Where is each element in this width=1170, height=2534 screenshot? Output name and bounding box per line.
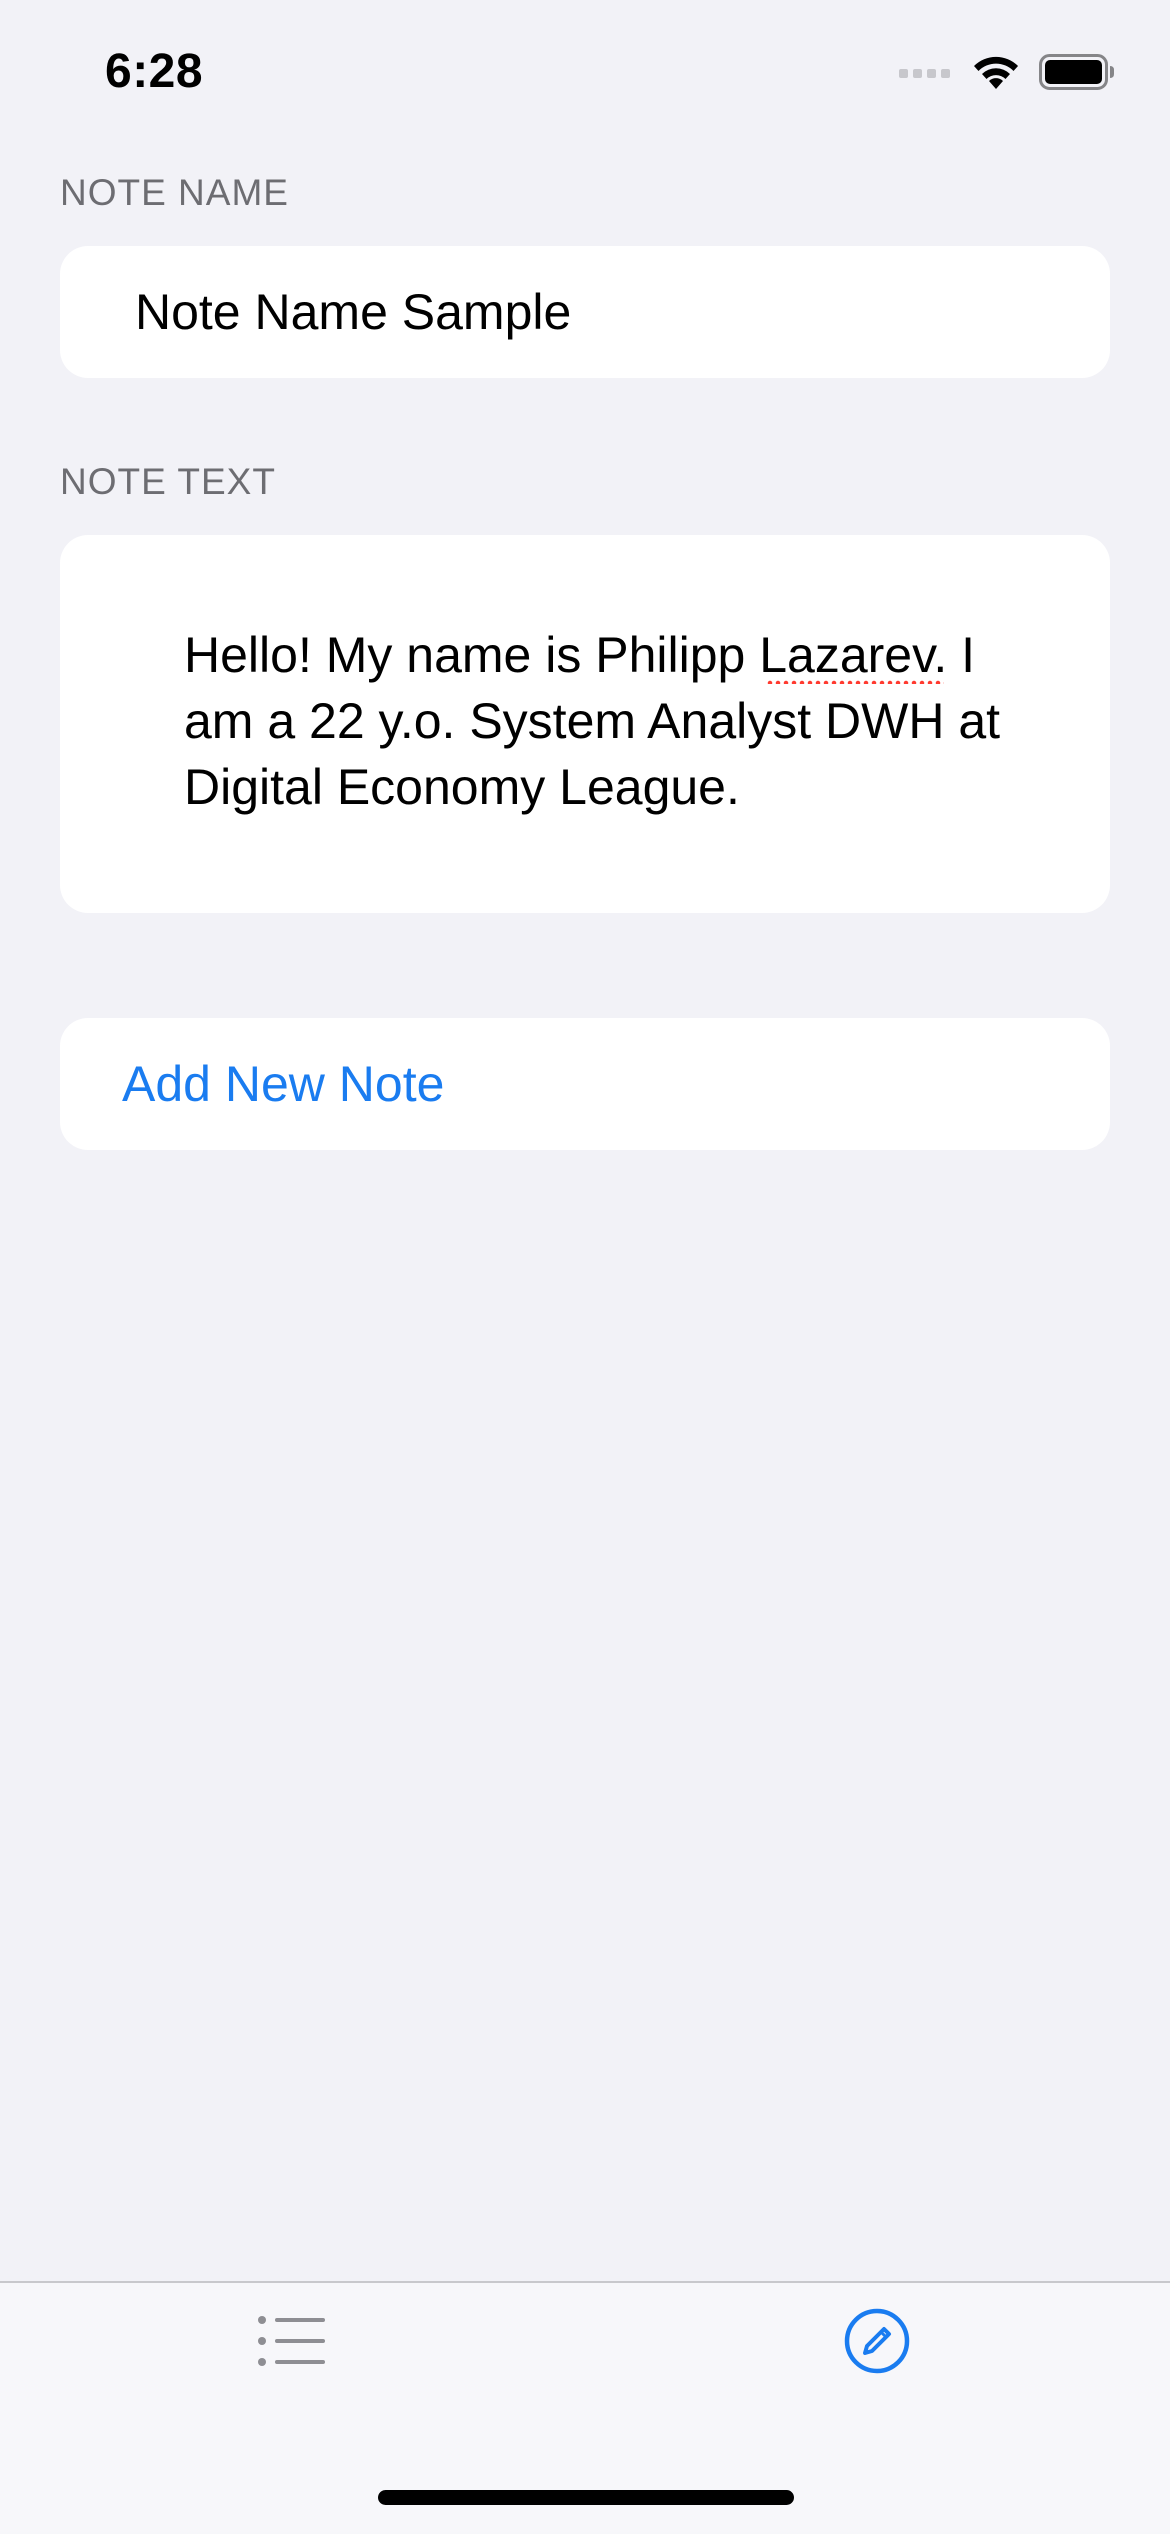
note-text-field[interactable]: Hello! My name is Philipp Lazarev. I am … (60, 535, 1110, 913)
signal-icon (899, 65, 953, 84)
home-indicator[interactable] (378, 2490, 794, 2505)
wifi-icon (971, 53, 1021, 96)
status-time: 6:28 (105, 45, 204, 98)
tab-compose[interactable] (777, 2283, 977, 2403)
status-icons (899, 52, 1115, 96)
add-new-note-label: Add New Note (122, 1056, 445, 1112)
tab-notes-list[interactable] (192, 2283, 392, 2403)
list-icon (257, 2314, 327, 2373)
note-name-field[interactable]: Note Name Sample (60, 246, 1110, 378)
note-name-label: NOTE NAME (60, 172, 289, 213)
battery-icon (1039, 53, 1115, 95)
status-bar: 6:28 (0, 0, 1170, 130)
note-name-value[interactable]: Note Name Sample (135, 246, 571, 378)
note-text-label: NOTE TEXT (60, 461, 276, 502)
note-text-value[interactable]: Hello! My name is Philipp Lazarev. I am … (184, 622, 1014, 820)
spellcheck-underline (766, 680, 944, 684)
add-new-note-button[interactable]: Add New Note (60, 1018, 1110, 1150)
compose-icon (843, 2307, 911, 2380)
